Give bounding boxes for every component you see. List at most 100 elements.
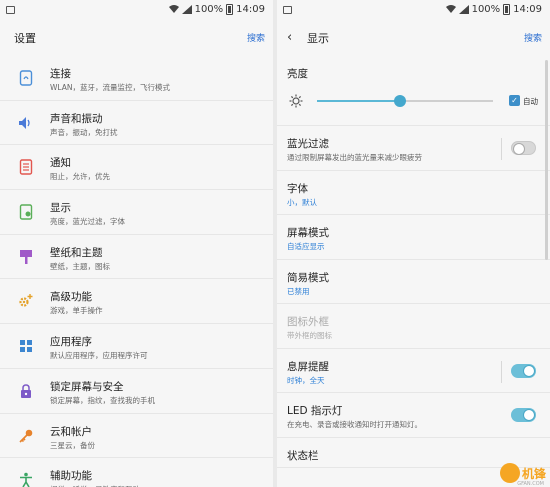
settings-item[interactable]: 显示 亮度，蓝光过滤，字体 <box>0 190 273 235</box>
settings-item-subtitle: 阻止，允许，优先 <box>50 172 110 182</box>
toggle-switch[interactable] <box>511 408 536 422</box>
display-setting-item[interactable]: 蓝光过滤通过限制屏幕发出的蓝光量来减少眼疲劳 <box>277 126 550 171</box>
search-button[interactable]: 搜索 <box>247 31 265 44</box>
toggle-switch[interactable] <box>511 141 536 155</box>
settings-list: 连接 WLAN，蓝牙，流量监控，飞行模式 声音和振动 声音，振动，免打扰 通知 … <box>0 56 273 487</box>
display-setting-title: 状态栏 <box>287 449 319 462</box>
toggle-knob <box>513 143 525 155</box>
search-button[interactable]: 搜索 <box>524 31 542 44</box>
battery-icon <box>226 4 234 15</box>
settings-item-title: 声音和振动 <box>50 112 103 125</box>
watermark: 机锋 <box>499 463 546 483</box>
apps-grid-icon <box>17 337 35 355</box>
image-notification-icon <box>283 6 292 14</box>
display-setting-title: 简易模式 <box>287 271 329 284</box>
display-setting-subtitle: 在充电、录音或接收通知时打开通知灯。 <box>287 420 422 429</box>
display-setting-subtitle: 时钟，全天 <box>287 375 325 385</box>
signal-icon <box>181 5 192 14</box>
display-setting-item[interactable]: 屏幕模式 自适应显示 <box>277 215 550 260</box>
display-setting-subtitle: 自适应显示 <box>287 242 325 251</box>
settings-item-title: 连接 <box>50 68 71 80</box>
battery-percent: 100% <box>194 4 224 15</box>
settings-item[interactable]: 声音和振动 声音，振动，免打扰 <box>0 101 273 146</box>
settings-item-subtitle: 默认应用程序，应用程序许可 <box>50 351 148 361</box>
display-setting-item[interactable]: LED 指示灯在充电、录音或接收通知时打开通知灯。 <box>277 393 550 438</box>
settings-item-title: 辅助功能 <box>50 470 92 483</box>
accessibility-icon <box>17 471 35 487</box>
settings-item-title: 应用程序 <box>50 336 92 349</box>
brightness-title: 亮度 <box>287 68 308 80</box>
key-icon <box>17 427 35 445</box>
divider <box>501 360 502 383</box>
settings-item[interactable]: 辅助功能 视觉，听觉，灵敏度和互动 <box>0 458 273 487</box>
clock: 14:09 <box>513 4 542 15</box>
display-setting-item[interactable]: 字体 小，默认 <box>277 171 550 215</box>
display-setting-title: 蓝光过滤 <box>287 138 329 150</box>
status-bar: 100% 14:09 <box>0 0 273 22</box>
settings-item[interactable]: 壁纸和主题 壁纸，主题，图标 <box>0 235 273 280</box>
brightness-slider[interactable] <box>317 95 493 107</box>
display-setting-subtitle: 通过限制屏幕发出的蓝光量来减少眼疲劳 <box>287 153 422 162</box>
settings-item[interactable]: 高级功能 游戏，单手操作 <box>0 279 273 325</box>
brightness-slider-fill <box>317 100 400 102</box>
brightness-sun-icon <box>289 94 303 108</box>
app-bar: 设置 搜索 <box>0 22 273 52</box>
clock: 14:09 <box>236 4 265 15</box>
settings-item-subtitle: WLAN，蓝牙，流量监控，飞行模式 <box>50 83 171 92</box>
signal-icon <box>458 5 469 14</box>
wifi-icon <box>168 5 179 13</box>
display-setting-subtitle: 已禁用 <box>287 286 310 296</box>
page-title: 显示 <box>307 32 329 45</box>
toggle-switch[interactable] <box>511 363 536 378</box>
display-setting-item[interactable]: 简易模式 已禁用 <box>277 260 550 304</box>
settings-item-subtitle: 锁定屏幕，指纹，查找我的手机 <box>50 395 155 405</box>
brightness-slider-thumb[interactable] <box>393 95 406 107</box>
display-setting-title: 图标外框 <box>287 316 329 328</box>
settings-item-title: 壁纸和主题 <box>50 246 103 259</box>
brightness-section: 亮度 ✓ 自动 <box>277 56 550 126</box>
settings-item-subtitle: 游戏，单手操作 <box>50 306 103 316</box>
settings-item-title: 锁定屏幕与安全 <box>50 380 124 393</box>
settings-item[interactable]: 锁定屏幕与安全 锁定屏幕，指纹，查找我的手机 <box>0 369 273 414</box>
display-setting-title: LED 指示灯 <box>287 405 343 417</box>
auto-brightness-checkbox[interactable]: ✓ <box>509 95 520 106</box>
watermark-brand: 机锋 <box>521 466 546 481</box>
gear-plus-icon <box>17 292 35 310</box>
settings-item-subtitle: 亮度，蓝光过滤，字体 <box>50 217 125 227</box>
settings-item-title: 通知 <box>50 157 71 170</box>
toggle-knob <box>523 364 535 377</box>
settings-screen: 100% 14:09 设置 搜索 连接 WLAN，蓝牙，流量监控，飞行模式 声音… <box>0 0 273 487</box>
settings-item[interactable]: 通知 阻止，允许，优先 <box>0 145 273 191</box>
link-icon <box>17 69 35 87</box>
page-title: 设置 <box>14 32 36 45</box>
settings-item[interactable]: 连接 WLAN，蓝牙，流量监控，飞行模式 <box>0 56 273 101</box>
wifi-icon <box>445 5 456 13</box>
settings-item-subtitle: 声音，振动，免打扰 <box>50 127 118 137</box>
display-setting-item[interactable]: 息屏提醒时钟，全天 <box>277 349 550 393</box>
settings-item-title: 高级功能 <box>50 291 92 304</box>
settings-item-subtitle: 壁纸，主题，图标 <box>50 261 110 271</box>
scrollbar[interactable] <box>545 60 548 260</box>
display-setting-title: 屏幕模式 <box>287 227 329 239</box>
display-settings-screen: 100% 14:09 ‹ 显示 搜索 亮度 ✓ 自动 蓝光过滤 通过限制屏幕发出… <box>277 0 550 487</box>
watermark-sub: GFAN.COM <box>517 481 544 487</box>
settings-item-subtitle: 三星云，备份 <box>50 440 95 450</box>
settings-item[interactable]: 应用程序 默认应用程序，应用程序许可 <box>0 324 273 369</box>
battery-icon <box>503 4 511 15</box>
divider <box>501 138 502 160</box>
app-bar: ‹ 显示 搜索 <box>277 22 550 52</box>
watermark-logo-icon <box>499 463 520 483</box>
display-setting-title: 字体 <box>287 182 308 195</box>
toggle-knob <box>523 409 535 421</box>
display-settings-list: 亮度 ✓ 自动 蓝光过滤通过限制屏幕发出的蓝光量来减少眼疲劳字体 小，默认屏幕模式… <box>277 56 550 468</box>
display-setting-subtitle: 带外框的图标 <box>287 331 332 340</box>
settings-item-title: 云和帐户 <box>50 425 92 438</box>
back-arrow-icon[interactable]: ‹ <box>287 30 292 45</box>
notification-icon <box>17 158 35 176</box>
display-icon <box>17 203 35 221</box>
settings-item[interactable]: 云和帐户 三星云，备份 <box>0 414 273 459</box>
image-notification-icon <box>6 6 15 14</box>
battery-percent: 100% <box>471 4 501 15</box>
brush-icon <box>17 248 35 266</box>
display-setting-title: 息屏提醒 <box>287 360 329 373</box>
